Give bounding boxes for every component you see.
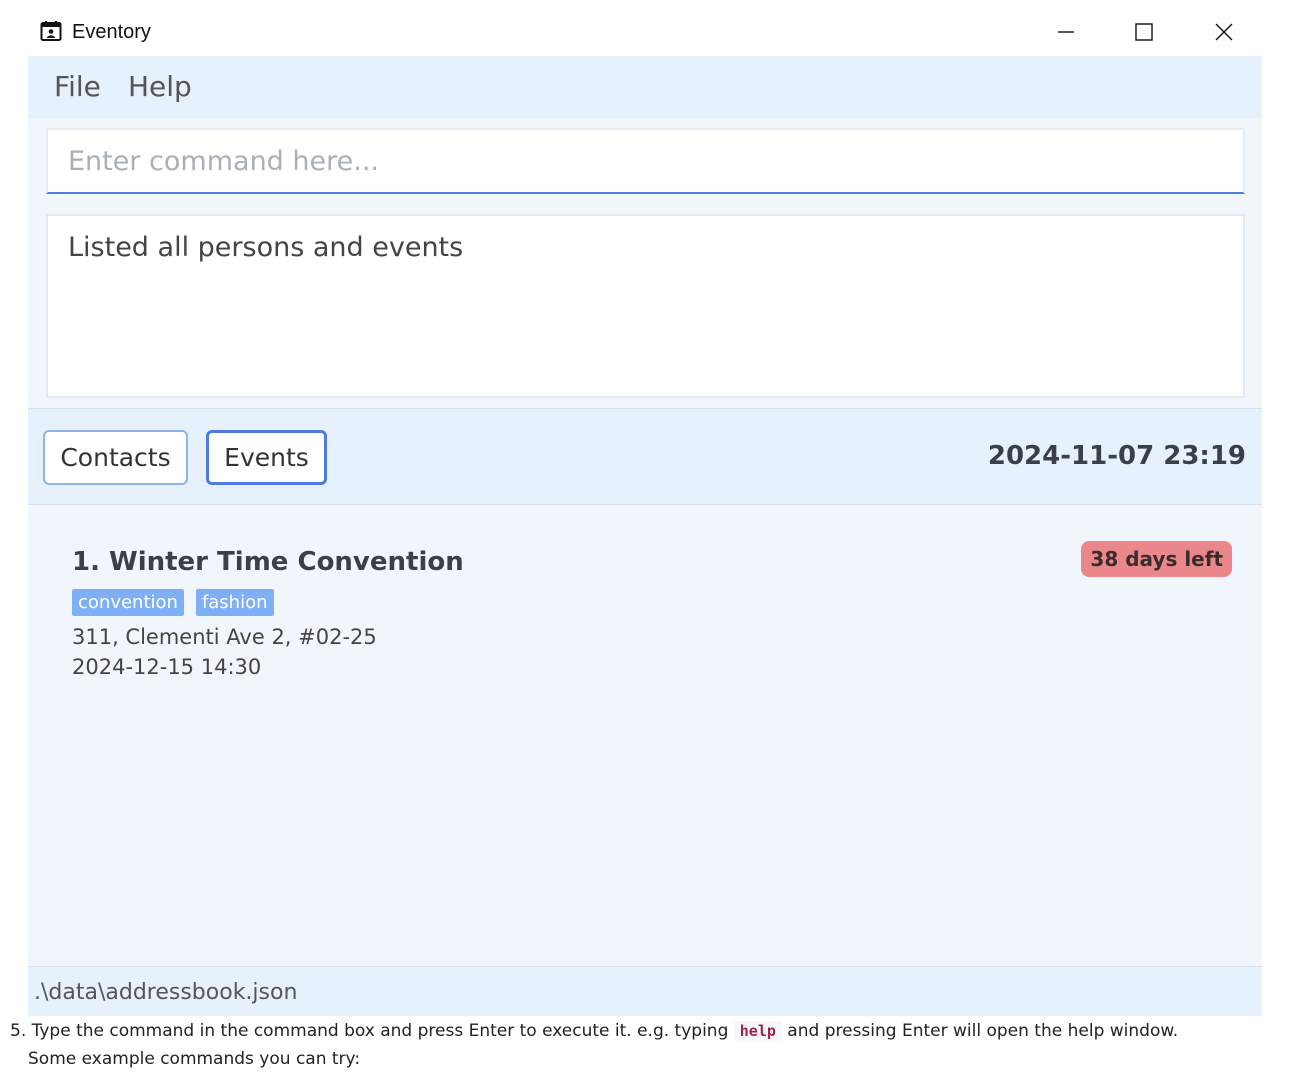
doc-example-text: Some example commands you can try: <box>28 1049 361 1069</box>
menu-bar: File Help <box>28 56 1262 118</box>
result-display-container: Listed all persons and events <box>28 206 1262 408</box>
minimize-icon <box>1058 31 1074 33</box>
event-address: 311, Clementi Ave 2, #02-25 <box>72 625 377 649</box>
minimize-button[interactable] <box>1031 8 1101 56</box>
data-file-path: .\data\addressbook.json <box>34 980 298 1005</box>
close-button[interactable] <box>1189 8 1259 56</box>
tag-label: convention <box>72 589 184 616</box>
doc-step-text: 5. Type the command in the command box a… <box>10 1021 1178 1041</box>
status-bar: .\data\addressbook.json <box>28 966 1262 1016</box>
view-tab-bar: Contacts Events 2024-11-07 23:19 <box>28 408 1262 505</box>
doc-step-suffix: and pressing Enter will open the help wi… <box>781 1021 1179 1041</box>
title-bar: Eventory <box>28 8 1262 56</box>
event-list[interactable]: 1. Winter Time Convention convention fas… <box>28 505 1262 966</box>
inline-code: help <box>733 1021 782 1041</box>
current-datetime: 2024-11-07 23:19 <box>987 441 1246 471</box>
menu-help[interactable]: Help <box>128 70 192 103</box>
calendar-icon <box>40 21 62 41</box>
command-box-container <box>28 118 1262 206</box>
maximize-icon <box>1135 23 1153 41</box>
event-tags: convention fashion <box>72 589 274 616</box>
window-title: Eventory <box>72 21 151 43</box>
contacts-tab-button[interactable]: Contacts <box>43 430 188 485</box>
doc-step-prefix: 5. Type the command in the command box a… <box>10 1021 734 1041</box>
tag-label: fashion <box>195 589 274 616</box>
event-datetime: 2024-12-15 14:30 <box>72 655 262 679</box>
command-input[interactable] <box>46 128 1245 194</box>
countdown-badge: 38 days left <box>1081 541 1232 577</box>
menu-file[interactable]: File <box>54 70 101 103</box>
maximize-button[interactable] <box>1109 8 1179 56</box>
result-display: Listed all persons and events <box>46 214 1245 398</box>
event-title: 1. Winter Time Convention <box>72 547 464 577</box>
close-icon <box>1215 23 1233 41</box>
events-tab-button[interactable]: Events <box>206 430 327 485</box>
